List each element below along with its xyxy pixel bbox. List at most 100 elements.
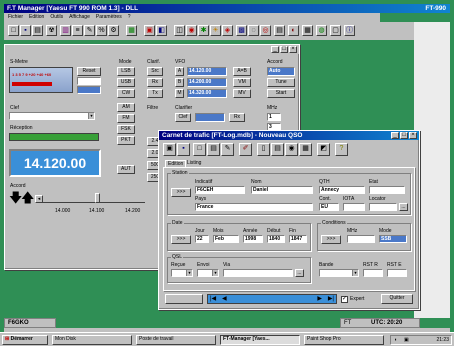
mode-fsk[interactable]: FSK xyxy=(117,125,135,134)
annee-field[interactable]: 1998 xyxy=(243,235,263,243)
rste-field[interactable] xyxy=(387,269,407,277)
taskbar-item-paint[interactable]: Paint Shop Pro xyxy=(304,335,384,345)
info-icon[interactable]: ⓘ xyxy=(344,25,355,36)
save-icon[interactable]: ▪ xyxy=(20,25,31,36)
indicatif-field[interactable]: F6CEH xyxy=(195,186,245,194)
accord-tune[interactable]: Tune xyxy=(267,78,295,87)
mode-lsb[interactable]: LSB xyxy=(117,67,135,76)
vfo-b[interactable]: B xyxy=(175,78,184,87)
map-icon[interactable]: ▦ xyxy=(126,25,137,36)
log-pencil-icon[interactable]: ✐ xyxy=(239,143,252,156)
log-print-icon[interactable]: ▤ xyxy=(271,143,284,156)
recue-field[interactable]: ▾ xyxy=(171,269,193,277)
book-icon[interactable]: ▣ xyxy=(144,25,155,36)
locator-field[interactable] xyxy=(369,203,397,211)
log-edit-icon[interactable]: ▤ xyxy=(207,143,220,156)
calc-icon[interactable]: ▢ xyxy=(330,25,341,36)
menu-affichage[interactable]: Affichage xyxy=(69,14,90,20)
fin-field[interactable]: 1847 xyxy=(289,235,307,243)
menu-parametres[interactable]: Paramètres xyxy=(96,14,122,20)
via-field[interactable] xyxy=(223,269,293,277)
vfo-op-mv[interactable]: MV xyxy=(233,89,251,98)
maximize-icon[interactable]: □ xyxy=(280,46,288,53)
pays-field[interactable]: France xyxy=(195,203,313,211)
tuning-slider[interactable]: ◂ xyxy=(35,193,145,203)
prev-record-icon[interactable]: ◀ xyxy=(222,295,227,303)
envoi-field[interactable]: ▾ xyxy=(197,269,219,277)
nom-field[interactable]: Daniel xyxy=(251,186,313,194)
db-icon[interactable]: ◐ xyxy=(288,25,299,36)
slider-left-button[interactable]: ◂ xyxy=(35,195,43,203)
cont-field[interactable]: EU xyxy=(319,203,339,211)
vfo-m[interactable]: M xyxy=(175,89,184,98)
qth-field[interactable]: Annecy xyxy=(319,186,365,194)
log-disk-icon[interactable]: ▪ xyxy=(177,143,190,156)
vfo-a[interactable]: A xyxy=(175,67,184,76)
log-prev-button[interactable] xyxy=(165,294,203,304)
mhz-field-1[interactable]: 1 xyxy=(267,113,281,121)
conditions-button[interactable]: >>> xyxy=(321,235,341,244)
mode-aut[interactable]: AUT xyxy=(117,165,135,174)
start-button[interactable]: ⊞ Démarrer xyxy=(2,335,48,345)
print-icon[interactable]: ▤ xyxy=(32,25,43,36)
date-button[interactable]: >>> xyxy=(171,235,191,244)
settings-icon[interactable]: ⚙ xyxy=(108,25,119,36)
clarifier-clef[interactable]: Clef xyxy=(175,113,191,122)
accord-start[interactable]: Start xyxy=(267,89,295,98)
grid-icon[interactable]: ▦ xyxy=(302,25,313,36)
log-pen-icon[interactable]: ✎ xyxy=(221,143,234,156)
mode-am[interactable]: AM xyxy=(117,103,135,112)
bell-icon[interactable]: ◈ xyxy=(222,25,233,36)
percent-icon[interactable]: % xyxy=(96,25,107,36)
new-icon[interactable]: □ xyxy=(8,25,19,36)
debut-field[interactable]: 1840 xyxy=(267,235,285,243)
weather-icon[interactable]: ☀ xyxy=(210,25,221,36)
vfo-op-vm[interactable]: VM xyxy=(233,78,251,87)
list-icon[interactable]: ≡ xyxy=(72,25,83,36)
mode-cw[interactable]: CW xyxy=(117,89,135,98)
taskbar-item-poste[interactable]: Poste de travail xyxy=(136,335,216,345)
quitter-button[interactable]: Quitter xyxy=(381,294,413,304)
network-icon[interactable]: ▣ xyxy=(404,336,409,344)
jour-field[interactable]: 22 xyxy=(195,235,209,243)
menu-outils[interactable]: Outils xyxy=(50,14,63,20)
expert-checkbox[interactable]: ✓ xyxy=(341,296,348,303)
locator-button[interactable]: ... xyxy=(399,203,408,211)
bande-field[interactable]: ▾ xyxy=(319,269,359,277)
clarifier-rx[interactable]: Rx xyxy=(229,113,245,122)
tab-listing[interactable]: Listing xyxy=(185,160,203,166)
log-page-icon[interactable]: ▯ xyxy=(257,143,270,156)
via-button[interactable]: ... xyxy=(295,269,304,277)
cw-icon[interactable]: ◎ xyxy=(260,25,271,36)
menu-help[interactable]: ? xyxy=(128,14,131,20)
station-lookup-button[interactable]: >>> xyxy=(171,188,191,197)
up-arrow-icon[interactable]: 🡅 xyxy=(21,191,34,205)
tab-edition[interactable]: Edition xyxy=(165,160,187,167)
first-record-icon[interactable]: |◀ xyxy=(210,295,216,303)
radiation-icon[interactable]: ☢ xyxy=(46,25,57,36)
clarif-tx[interactable]: Tx xyxy=(147,89,163,98)
clef-field[interactable]: ▾ xyxy=(9,112,95,120)
reset-button[interactable]: Reset xyxy=(77,67,101,76)
close-icon[interactable]: × xyxy=(289,46,297,53)
log-calc-icon[interactable]: ▦ xyxy=(299,143,312,156)
clarif-rx[interactable]: Rx xyxy=(147,78,163,87)
mode-usb[interactable]: USB xyxy=(117,78,135,87)
log-minimize-icon[interactable]: _ xyxy=(391,132,399,139)
cluster-icon[interactable]: ◫ xyxy=(174,25,185,36)
scan-icon[interactable]: ◉ xyxy=(186,25,197,36)
rotor-icon[interactable]: ✱ xyxy=(198,25,209,36)
menu-fichier[interactable]: Fichier xyxy=(8,14,23,20)
log-save-icon[interactable]: ▣ xyxy=(163,143,176,156)
log-new-icon[interactable]: □ xyxy=(193,143,206,156)
log-find-icon[interactable]: ◉ xyxy=(285,143,298,156)
tool-icon[interactable]: ✎ xyxy=(84,25,95,36)
clarif-src[interactable]: Src xyxy=(147,67,163,76)
last-record-icon[interactable]: ▶| xyxy=(328,295,334,303)
mode-log-field[interactable]: SSB xyxy=(379,235,407,243)
log-close-icon[interactable]: × xyxy=(409,132,417,139)
log-help-icon[interactable]: ? xyxy=(335,143,348,156)
menu-edition[interactable]: Edition xyxy=(29,14,44,20)
minimize-icon[interactable]: _ xyxy=(271,46,279,53)
rstr-field[interactable] xyxy=(363,269,383,277)
